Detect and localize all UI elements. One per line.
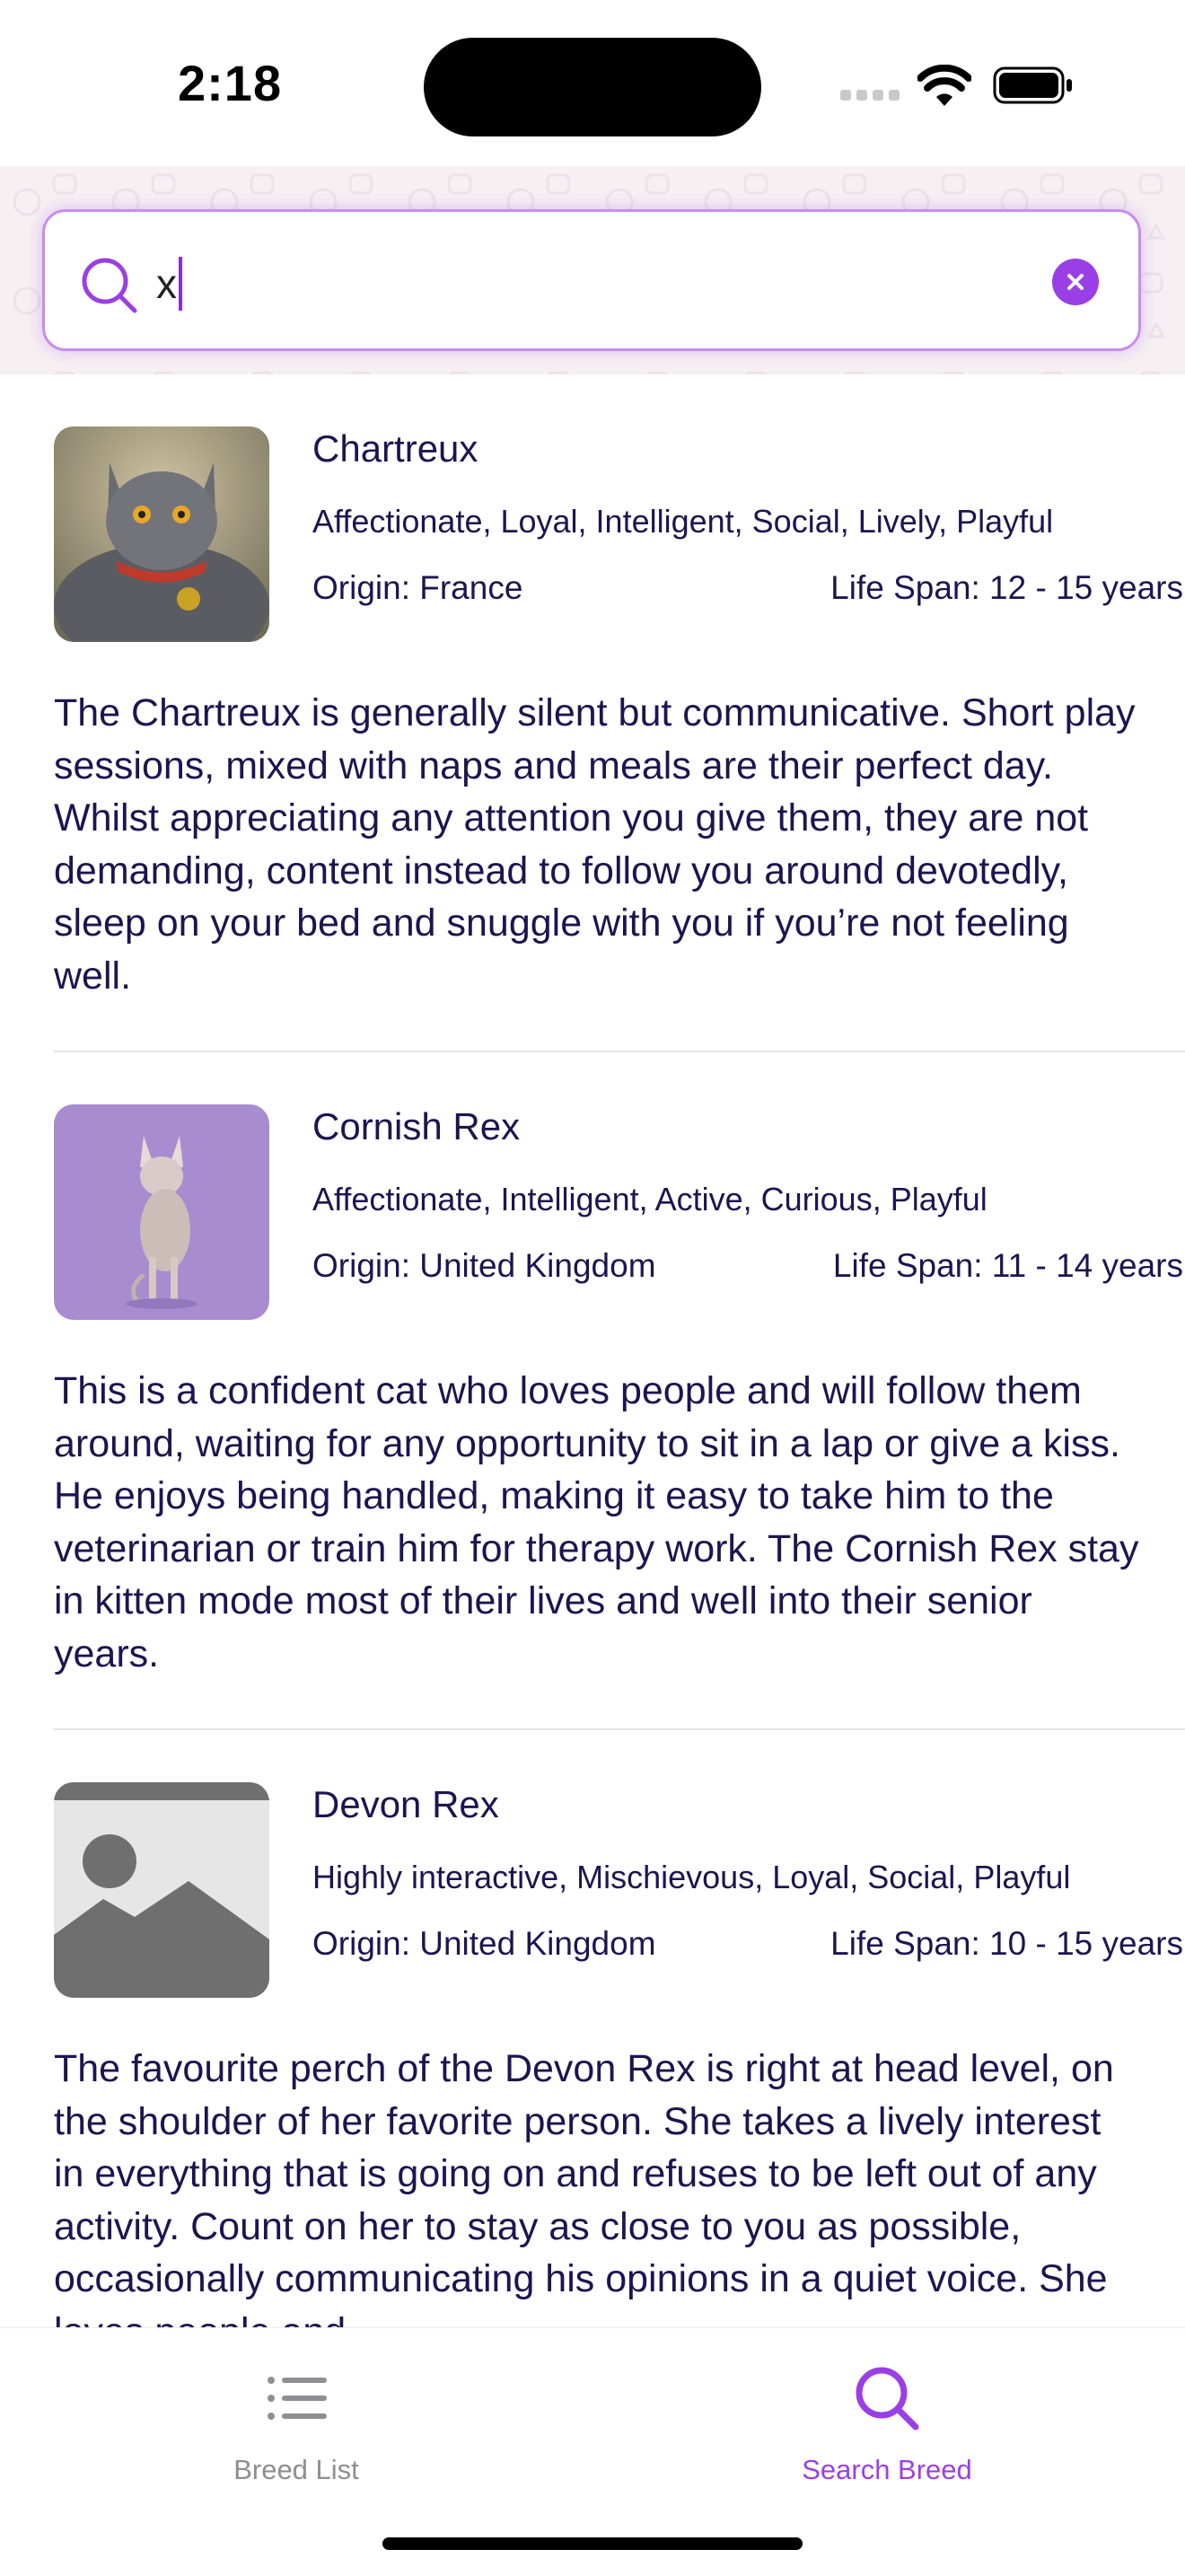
- home-indicator: [382, 2537, 803, 2550]
- breed-description: This is a confident cat who loves people…: [54, 1369, 1139, 1675]
- breed-temperament: Affectionate, Intelligent, Active, Curio…: [312, 1181, 988, 1218]
- breed-list[interactable]: Chartreux Affectionate, Loyal, Intellige…: [0, 374, 1185, 2327]
- search-icon: [856, 2367, 919, 2431]
- breed-photo: [54, 426, 269, 642]
- breed-origin: Origin: United Kingdom: [312, 1925, 656, 1962]
- breed-photo: [54, 1104, 269, 1320]
- breed-description: The Chartreux is generally silent but co…: [54, 691, 1136, 998]
- clear-search-button[interactable]: [1052, 259, 1099, 305]
- breed-name: Chartreux: [312, 427, 478, 470]
- breed-item-devon-rex[interactable]: Devon Rex Highly interactive, Mischievou…: [54, 1782, 1185, 2327]
- breed-item-cornish-rex[interactable]: Cornish Rex Affectionate, Intelligent, A…: [54, 1104, 1185, 1724]
- image-placeholder-icon: [54, 1782, 269, 1998]
- breed-name: Devon Rex: [312, 1783, 499, 1825]
- breed-temperament: Highly interactive, Mischievous, Loyal, …: [312, 1859, 1071, 1895]
- breed-life-span: Life Span: 10 - 15 years: [830, 1925, 1183, 1962]
- search-field[interactable]: x: [42, 209, 1141, 351]
- status-bar: 2:18: [0, 0, 1185, 166]
- tab-label: Breed List: [233, 2454, 359, 2485]
- tab-label: Search Breed: [802, 2454, 972, 2485]
- breed-name: Cornish Rex: [312, 1105, 521, 1147]
- close-icon: [1067, 274, 1084, 290]
- breed-life-span: Life Span: 11 - 14 years: [832, 1247, 1183, 1284]
- breed-temperament: Affectionate, Loyal, Intelligent, Social…: [312, 503, 1054, 540]
- battery-icon: [993, 66, 1072, 104]
- breed-item-chartreux[interactable]: Chartreux Affectionate, Loyal, Intellige…: [54, 426, 1185, 1046]
- search-query: x: [156, 260, 177, 307]
- status-time: 2:18: [178, 55, 283, 111]
- tab-breed-list[interactable]: Breed List: [162, 2364, 431, 2490]
- divider: [54, 1728, 1185, 1730]
- search-header: x: [0, 166, 1185, 374]
- breed-origin: Origin: United Kingdom: [312, 1247, 656, 1284]
- breed-origin: Origin: France: [312, 569, 523, 606]
- list-icon: [268, 2377, 327, 2420]
- breed-life-span: Life Span: 12 - 15 years: [830, 569, 1183, 606]
- breed-description: The favourite perch of the Devon Rex is …: [54, 2047, 1114, 2327]
- cellular-signal-icon: [840, 90, 901, 101]
- search-input[interactable]: x: [156, 257, 182, 311]
- tab-search-breed[interactable]: Search Breed: [752, 2364, 1022, 2490]
- wifi-icon: [917, 65, 971, 106]
- text-caret: [179, 257, 182, 311]
- dynamic-island: [424, 38, 761, 136]
- divider: [54, 1051, 1185, 1052]
- search-icon: [82, 258, 137, 313]
